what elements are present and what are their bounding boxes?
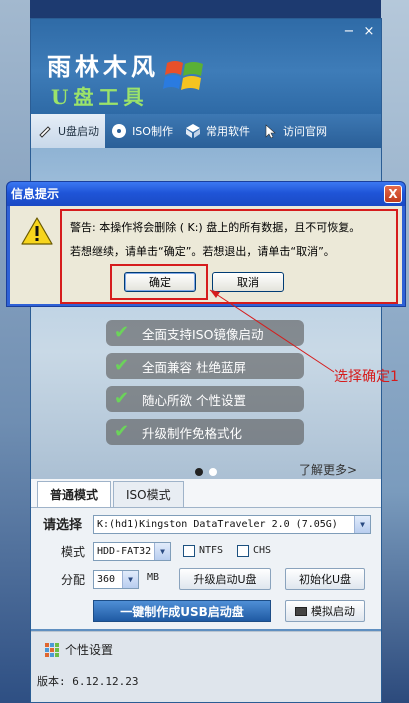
app-header: − × 雨林木风 U盘工具: [31, 19, 381, 114]
mode-select-value: HDD-FAT32: [97, 546, 152, 557]
app-window: − × 雨林木风 U盘工具 U盘启动 ISO制作 常用软件 访问官网 ✔ 全面支…: [30, 18, 382, 703]
disk-select[interactable]: K:(hd1)Kingston DataTraveler 2.0 (7.05G)…: [93, 515, 371, 534]
partition-select[interactable]: 360 ▼: [93, 570, 139, 589]
disc-icon: [112, 124, 127, 138]
logo-subtitle: U盘工具: [51, 85, 149, 109]
simulate-boot-label: 模拟启动: [311, 605, 355, 618]
cursor-icon: [265, 124, 276, 139]
tab-iso-make[interactable]: ISO制作: [105, 114, 179, 148]
make-usb-boot-button[interactable]: 一键制作成USB启动盘: [93, 600, 271, 622]
tab-normal-mode[interactable]: 普通模式: [37, 481, 112, 507]
grid-icon: [45, 642, 59, 657]
feature-item: ✔ 升级制作免格式化: [106, 419, 304, 445]
mode-select[interactable]: HDD-FAT32 ▼: [93, 542, 171, 561]
warning-icon: [21, 217, 53, 245]
personal-settings-button[interactable]: 个性设置: [31, 631, 381, 667]
desktop-edge-left: [0, 0, 30, 703]
partition-select-value: 360: [97, 574, 116, 585]
feature-label: 升级制作免格式化: [142, 425, 243, 441]
windows-flag-icon: [163, 61, 203, 90]
close-window-button[interactable]: ×: [361, 25, 377, 39]
upgrade-usb-button[interactable]: 升级启动U盘: [179, 568, 271, 590]
carousel-dot[interactable]: [195, 468, 203, 476]
chs-label: CHS: [253, 545, 272, 556]
tab-usb-boot[interactable]: U盘启动: [31, 114, 106, 148]
simulate-boot-button[interactable]: 模拟启动: [285, 600, 365, 622]
dialog-message-warning: 警告: 本操作将会删除 ( K:) 盘上的所有数据，且不可恢复。: [70, 221, 361, 234]
feature-label: 全面兼容 杜绝蓝屏: [142, 359, 246, 375]
tab-label: 常用软件: [205, 125, 250, 138]
init-usb-button[interactable]: 初始化U盘: [285, 568, 365, 590]
chs-checkbox[interactable]: [237, 545, 249, 557]
tab-label: 访问官网: [282, 125, 327, 138]
mode-label: 模式: [61, 545, 86, 559]
tab-iso-mode[interactable]: ISO模式: [113, 481, 184, 507]
feature-item: ✔ 全面支持ISO镜像启动: [106, 320, 304, 346]
carousel-dots: [195, 468, 217, 476]
check-icon: ✔: [114, 388, 130, 409]
dialog-title: 信息提示: [7, 182, 405, 206]
tab-label: ISO制作: [132, 125, 173, 138]
check-icon: ✔: [114, 421, 130, 442]
feature-item: ✔ 随心所欲 个性设置: [106, 386, 304, 412]
chevron-down-icon: ▼: [122, 571, 138, 588]
cancel-button[interactable]: 取消: [212, 272, 284, 292]
minimize-button[interactable]: −: [341, 25, 357, 39]
mode-tabs: 普通模式 ISO模式: [37, 481, 186, 507]
partition-unit: MB: [147, 572, 160, 583]
ok-button[interactable]: 确定: [124, 272, 196, 292]
tab-label: U盘启动: [58, 125, 100, 138]
ntfs-label: NTFS: [199, 545, 224, 556]
message-highlight: 警告: 本操作将会删除 ( K:) 盘上的所有数据，且不可恢复。 若想继续，请单…: [60, 209, 398, 304]
tab-official-site[interactable]: 访问官网: [256, 114, 333, 148]
chevron-down-icon: ▼: [354, 516, 370, 533]
logo-title: 雨林木风: [47, 52, 159, 81]
check-icon: ✔: [114, 322, 130, 343]
partition-label: 分配: [61, 573, 86, 587]
settings-panel: 普通模式 ISO模式 请选择 K:(hd1)Kingston DataTrave…: [31, 479, 381, 629]
feature-label: 全面支持ISO镜像启动: [142, 326, 264, 342]
tab-common-software[interactable]: 常用软件: [179, 114, 256, 148]
annotation-text: 选择确定1: [334, 369, 399, 385]
select-disk-label: 请选择: [43, 518, 83, 533]
usb-icon: [39, 126, 51, 138]
personal-settings-label: 个性设置: [65, 643, 114, 657]
feature-label: 随心所欲 个性设置: [142, 392, 246, 408]
disk-select-value: K:(hd1)Kingston DataTraveler 2.0 (7.05G): [97, 519, 338, 530]
ntfs-checkbox[interactable]: [183, 545, 195, 557]
check-icon: ✔: [114, 355, 130, 376]
monitor-icon: [295, 606, 307, 616]
mode-body: 请选择 K:(hd1)Kingston DataTraveler 2.0 (7.…: [31, 507, 381, 629]
main-tabs: U盘启动 ISO制作 常用软件 访问官网: [31, 114, 381, 148]
desktop-edge-right: [381, 0, 409, 703]
dialog-body: 警告: 本操作将会删除 ( K:) 盘上的所有数据，且不可恢复。 若想继续，请单…: [10, 206, 402, 304]
info-dialog: 信息提示 X 警告: 本操作将会删除 ( K:) 盘上的所有数据，且不可恢复。 …: [6, 181, 406, 307]
chevron-down-icon: ▼: [154, 543, 170, 560]
dialog-message-instruction: 若想继续，请单击“确定”。若想退出，请单击“取消”。: [70, 245, 335, 258]
dialog-close-button[interactable]: X: [384, 185, 402, 203]
package-icon: [185, 124, 200, 138]
carousel-dot[interactable]: [209, 468, 217, 476]
learn-more-link[interactable]: 了解更多>: [299, 461, 357, 478]
version-label: 版本: 6.12.12.23: [31, 667, 381, 702]
feature-item: ✔ 全面兼容 杜绝蓝屏: [106, 353, 304, 379]
